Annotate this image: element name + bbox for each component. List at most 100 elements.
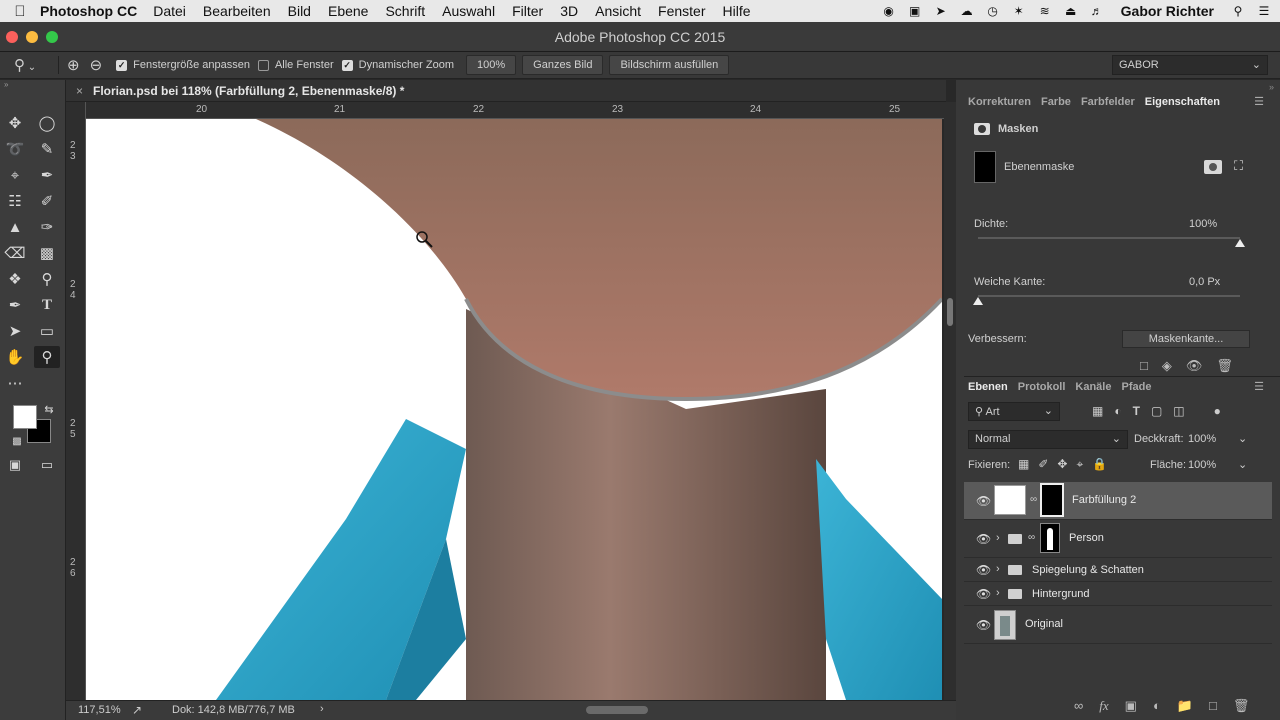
filter-toggle-icon[interactable]: ● [1214,404,1221,418]
fill-screen-button[interactable]: Bildschirm ausfüllen [609,55,730,75]
gradient-tool-icon[interactable]: ▩ [34,242,60,264]
tab-ebenen[interactable]: Ebenen [964,381,1012,393]
scrubby-zoom-option[interactable]: ✓ Dynamischer Zoom [341,59,454,71]
foreground-color-swatch[interactable] [13,405,37,429]
new-layer-icon[interactable]: □ [1209,698,1217,714]
smart-object-filter-icon[interactable]: ◫ [1173,404,1184,418]
eye-icon[interactable]: 👁 [976,563,991,577]
spotlight-icon[interactable]: ⚲ [1230,4,1246,18]
tab-eigenschaften[interactable]: Eigenschaften [1141,96,1224,108]
feather-value[interactable]: 0,0 Px [1189,276,1220,288]
density-slider[interactable] [978,237,1240,239]
mask-edge-button[interactable]: Maskenkante... [1122,330,1250,348]
eye-icon[interactable]: 👁 [976,587,991,601]
bluetooth-icon[interactable]: ✶ [1011,4,1027,18]
notification-list-icon[interactable]: ☰ [1256,4,1272,18]
layer-thumbnail[interactable] [994,610,1016,640]
eye-icon[interactable]: 👁 [976,494,991,508]
tab-kanaele[interactable]: Kanäle [1071,381,1115,393]
healing-brush-tool-icon[interactable]: ☷ [2,190,28,212]
type-filter-icon[interactable]: T [1133,404,1140,418]
expand-arrow-icon[interactable]: › [996,532,1000,544]
feather-slider[interactable] [978,295,1240,297]
document-canvas[interactable] [86,119,942,700]
scrubby-zoom-checkbox[interactable]: ✓ [341,59,353,71]
layer-row-hintergrund[interactable]: 👁 › Hintergrund [964,582,1272,606]
lasso-tool-icon[interactable]: ➰ [2,138,28,160]
density-slider-knob[interactable] [1235,239,1245,247]
zoom-in-icon[interactable]: ⊕ [67,56,80,74]
eraser-tool-icon[interactable]: ⌫ [2,242,28,264]
horizontal-scrollbar-thumb[interactable] [586,706,648,714]
eyedropper-tool-icon[interactable]: ✒ [34,164,60,186]
trash-icon[interactable]: 🗑 [1233,698,1250,714]
adjustment-filter-icon[interactable]: ◐ [1114,404,1121,418]
collapse-toolbar-icon[interactable]: » [0,80,65,92]
volume-icon[interactable]: ♬ [1089,4,1105,18]
status-menu-arrow-icon[interactable]: › [320,703,324,715]
ruler-horizontal[interactable]: 20 21 22 23 24 25 [86,102,944,119]
crop-tool-icon[interactable]: ⌖ [2,164,28,186]
pen-tool-icon[interactable]: ✒ [2,294,28,316]
workspace-select[interactable]: GABOR ⌄ [1112,55,1268,75]
marquee-tool-icon[interactable]: ◯ [34,112,60,134]
lock-position-icon[interactable]: ✥ [1057,457,1067,472]
history-brush-tool-icon[interactable]: ✑ [34,216,60,238]
type-tool-icon[interactable]: T [34,294,60,316]
eye-icon[interactable]: 👁 [976,618,991,632]
layer-thumbnail[interactable] [994,485,1026,515]
feather-slider-knob[interactable] [973,297,983,305]
lock-pixels-icon[interactable]: ✐ [1038,457,1048,472]
mask-thumbnail[interactable] [974,151,996,183]
layer-row-original[interactable]: 👁 Original [964,606,1272,644]
lock-transparency-icon[interactable]: ▦ [1018,457,1029,472]
lock-artboard-icon[interactable]: ⌖ [1076,457,1083,472]
forward-icon[interactable]: ➤ [933,4,949,18]
lock-all-icon[interactable]: 🔒 [1092,457,1107,472]
ruler-vertical[interactable]: 2 3 2 4 2 5 2 6 [66,102,86,700]
move-tool-icon[interactable]: ✥ [2,112,28,134]
shape-filter-icon[interactable]: ▢ [1151,404,1162,418]
expand-arrow-icon[interactable]: › [996,563,1000,575]
fit-window-option[interactable]: ✓ Fenstergröße anpassen [116,59,250,71]
blur-tool-icon[interactable]: ❖ [2,268,28,290]
menubar-user[interactable]: Gabor Richter [1121,3,1214,19]
default-colors-icon[interactable]: ▩ [4,430,30,452]
add-mask-icon[interactable]: ▣ [1125,698,1137,714]
zoom-out-icon[interactable]: ⊖ [90,56,103,74]
clone-stamp-tool-icon[interactable]: ▲ [2,216,28,238]
opacity-value[interactable]: 100% [1188,433,1216,445]
panel-menu-icon[interactable]: ☰ [1250,95,1268,108]
dodge-tool-icon[interactable]: ⚲ [34,268,60,290]
pixel-mask-button[interactable] [1204,160,1222,174]
link-icon[interactable]: ∞ [1030,494,1037,505]
layer-mask-thumbnail[interactable] [1040,483,1064,517]
document-tab[interactable]: × Florian.psd bei 118% (Farbfüllung 2, E… [66,80,946,102]
apple-icon[interactable]:  [0,3,40,20]
eye-icon[interactable]: 👁 [1186,358,1203,374]
tab-protokoll[interactable]: Protokoll [1014,381,1070,393]
chevron-down-icon[interactable]: ⌄ [1238,432,1247,445]
eject-icon[interactable]: ⏏ [1063,4,1079,18]
menu-3d[interactable]: 3D [560,3,578,19]
zoom-tool-preset-icon[interactable]: ⚲ ⌄ [14,56,50,74]
layer-name[interactable]: Original [1025,618,1063,630]
record-icon[interactable]: ◉ [881,4,897,18]
kind-filter-select[interactable]: ⚲ Art ⌄ [968,402,1060,421]
layer-mask-thumbnail[interactable] [1040,523,1060,553]
menu-app-name[interactable]: Photoshop CC [40,3,137,19]
close-document-icon[interactable]: × [76,84,83,98]
menu-ansicht[interactable]: Ansicht [595,3,641,19]
tab-korrekturen[interactable]: Korrekturen [964,96,1035,108]
zoom-tool-icon[interactable]: ⚲ [34,346,60,368]
layer-name[interactable]: Hintergrund [1032,588,1089,600]
pixel-filter-icon[interactable]: ▦ [1092,404,1103,418]
tab-farbfelder[interactable]: Farbfelder [1077,96,1139,108]
panel-menu-icon[interactable]: ☰ [1250,380,1268,393]
menu-auswahl[interactable]: Auswahl [442,3,495,19]
zoom-level[interactable]: 117,51% [78,704,121,716]
menu-fenster[interactable]: Fenster [658,3,705,19]
vector-mask-icon[interactable]: ⛶ [1234,158,1243,174]
apply-mask-icon[interactable]: ◈ [1162,358,1172,374]
trash-icon[interactable]: 🗑 [1216,358,1233,374]
